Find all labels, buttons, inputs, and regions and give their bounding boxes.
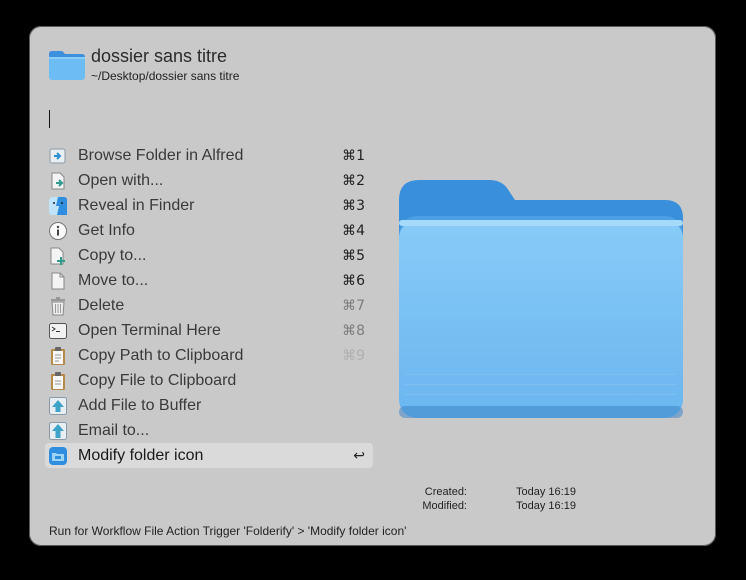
action-get-info[interactable]: Get Info ⌘4 [45, 218, 373, 243]
folderify-icon [47, 445, 69, 467]
action-move-to[interactable]: Move to... ⌘6 [45, 268, 373, 293]
info-icon [47, 220, 69, 242]
modified-value: Today 16:19 [516, 500, 576, 512]
shortcut-label: ⌘1 [342, 147, 365, 164]
email-icon [47, 420, 69, 442]
action-delete[interactable]: Delete ⌘7 [45, 293, 373, 318]
shortcut-label: ⌘8 [342, 322, 365, 339]
clipboard-file-icon [47, 370, 69, 392]
action-copy-to[interactable]: Copy to... ⌘5 [45, 243, 373, 268]
shortcut-label: ⌘7 [342, 297, 365, 314]
return-key-icon: ↩ [353, 447, 365, 464]
finder-icon [47, 195, 69, 217]
folder-icon [48, 49, 86, 81]
action-list: Browse Folder in Alfred ⌘1 Open with... … [45, 143, 373, 468]
shortcut-label: ⌘4 [342, 222, 365, 239]
item-title: dossier sans titre [91, 46, 228, 66]
shortcut-label: ⌘9 [342, 347, 365, 364]
shortcut-label: ⌘5 [342, 247, 365, 264]
shortcut-label: ⌘6 [342, 272, 365, 289]
action-add-to-buffer[interactable]: Add File to Buffer [45, 393, 373, 418]
folder-large-icon [397, 178, 687, 422]
search-input-caret[interactable] [49, 110, 50, 128]
shortcut-label: ⌘3 [342, 197, 365, 214]
item-path: ~/Desktop/dossier sans titre [91, 69, 240, 83]
action-copy-path[interactable]: Copy Path to Clipboard ⌘9 [45, 343, 373, 368]
copy-to-icon [47, 245, 69, 267]
trash-icon [47, 295, 69, 317]
action-modify-folder-icon[interactable]: Modify folder icon ↩ [45, 443, 373, 468]
shortcut-label: ⌘2 [342, 172, 365, 189]
action-open-with[interactable]: Open with... ⌘2 [45, 168, 373, 193]
open-with-icon [47, 170, 69, 192]
action-reveal-in-finder[interactable]: Reveal in Finder ⌘3 [45, 193, 373, 218]
action-copy-file[interactable]: Copy File to Clipboard [45, 368, 373, 393]
alfred-window: dossier sans titre ~/Desktop/dossier san… [29, 26, 716, 546]
action-open-terminal[interactable]: Open Terminal Here ⌘8 [45, 318, 373, 343]
action-browse-folder[interactable]: Browse Folder in Alfred ⌘1 [45, 143, 373, 168]
clipboard-path-icon [47, 345, 69, 367]
move-to-icon [47, 270, 69, 292]
browse-folder-icon [47, 145, 69, 167]
status-footer: Run for Workflow File Action Trigger 'Fo… [49, 524, 407, 538]
terminal-icon [47, 320, 69, 342]
buffer-add-icon [47, 395, 69, 417]
created-value: Today 16:19 [516, 486, 576, 498]
action-email-to[interactable]: Email to... [45, 418, 373, 443]
